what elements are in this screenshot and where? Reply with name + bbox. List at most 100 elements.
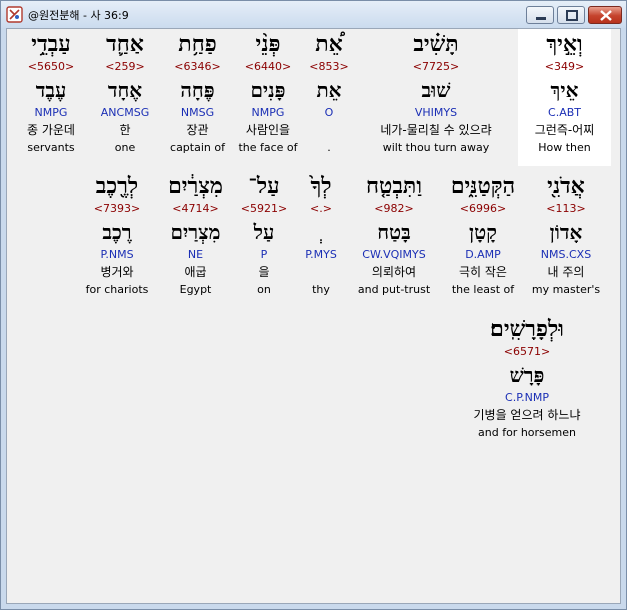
word-column[interactable]: הַקְּטַנִּ֑ים <6996> קָטָן D.AMP 극히 작은 t… [443, 171, 523, 298]
lemma: מִצְרַיִם [170, 220, 221, 244]
hebrew-word: אַחַ֛ד [106, 31, 144, 57]
korean-gloss: 한 [119, 123, 131, 137]
hebrew-word: עַל־ [248, 173, 280, 199]
english-gloss: one [114, 141, 136, 154]
close-icon [600, 10, 612, 21]
word-column[interactable]: פַחַ֥ת <6346> פֶּחָה NMSG 장관 captain of [164, 29, 231, 156]
hebrew-word: וְאֵ֣יךְ [546, 31, 583, 57]
hebrew-word: לְךָ֙ [310, 173, 332, 199]
word-column[interactable]: לְרֶ֖כֶב <7393> רֶכֶב P.NMS 병거와 for char… [79, 171, 155, 298]
english-gloss: and for horsemen [478, 426, 576, 439]
morph-code: NMS.CXS [540, 248, 592, 261]
english-gloss: and put-trust [357, 283, 431, 296]
strong-number: <6440> [244, 60, 292, 73]
strong-number: <7725> [412, 60, 460, 73]
minimize-icon [536, 17, 546, 20]
english-gloss: the least of [451, 283, 515, 296]
word-column[interactable]: פְּנֵ֨י <6440> פָּנִים NMPG 사람인을 the fac… [233, 29, 303, 156]
hebrew-word: תָּשִׁ֗יב [413, 31, 459, 57]
english-gloss: the face of [238, 141, 298, 154]
korean-gloss: 장관 [186, 123, 209, 137]
lemma: בָּטַח [377, 220, 411, 244]
morph-code: P [260, 248, 268, 261]
english-gloss: my master's [531, 283, 601, 296]
word-column[interactable]: עַבְדֵ֥י <5650> עֶבֶד NMPG 종 가운데 servant… [15, 29, 87, 156]
lemma: פָּנִים [250, 78, 286, 102]
hebrew-word: אֵ֠ת [315, 31, 343, 57]
lemma: רֶכֶב [102, 220, 132, 244]
word-column[interactable]: לְךָ֙ <.> ְ P.MYS thy [297, 171, 345, 298]
minimize-button[interactable] [526, 6, 554, 24]
morph-code: VHIMYS [414, 106, 458, 119]
strong-number: <6996> [459, 202, 507, 215]
lemma: קָטָן [469, 220, 497, 244]
english-gloss: How then [538, 141, 591, 154]
hebrew-word: עַבְדֵ֥י [31, 31, 71, 57]
interlinear-view: וְאֵ֣יךְ <349> אֵיךְ C.ABT 그런즉-어찌 How th… [6, 28, 621, 604]
word-column[interactable]: וְאֵ֣יךְ <349> אֵיךְ C.ABT 그런즉-어찌 How th… [518, 29, 611, 166]
lemma: עַל [253, 220, 275, 244]
hebrew-word: לְרֶ֖כֶב [95, 173, 139, 199]
strong-number: <259> [105, 60, 145, 73]
morph-code: NMPG [34, 106, 68, 119]
app-icon [6, 6, 23, 23]
maximize-button[interactable] [557, 6, 585, 24]
word-column[interactable]: אַחַ֛ד <259> אֶחָד ANCMSG 한 one [92, 29, 158, 156]
korean-gloss: 사람인을 [245, 123, 291, 137]
strong-number: <5921> [240, 202, 288, 215]
hebrew-word: מִצְרַ֔יִם [168, 173, 223, 199]
hebrew-word: הַקְּטַנִּ֑ים [450, 173, 516, 199]
morph-code: ANCMSG [100, 106, 150, 119]
strong-number: <853> [309, 60, 349, 73]
lemma: שׁוּב [421, 78, 451, 102]
word-column[interactable]: אֵ֠ת <853> אֵת O . [303, 29, 355, 156]
strong-number: <113> [546, 202, 586, 215]
hebrew-word: פְּנֵ֨י [255, 31, 281, 57]
english-gloss: servants [27, 141, 75, 154]
lemma: עֶבֶד [35, 78, 67, 102]
hebrew-word: אֲדֹנִ֖י [547, 173, 585, 199]
korean-gloss: 종 가운데 [27, 123, 75, 137]
morph-code: C.P.NMP [505, 391, 549, 404]
hebrew-word: וַתִּבְטַ֤ח [366, 173, 422, 199]
morph-code: O [324, 106, 334, 119]
word-column[interactable]: אֲדֹנִ֖י <113> אָדוֹן NMS.CXS 내 주의 my ma… [526, 171, 606, 298]
korean-gloss: 내 주의 [547, 265, 585, 279]
english-gloss: for chariots [85, 283, 149, 296]
strong-number: <.> [310, 202, 332, 215]
lemma: אָדוֹן [549, 220, 583, 244]
korean-gloss: 그런즉-어찌 [534, 123, 595, 137]
korean-gloss: 애굽 [184, 265, 207, 279]
morph-code: C.ABT [548, 106, 581, 119]
hebrew-word: וּלְפָרָשִֽׁים׃ [490, 316, 564, 342]
english-gloss: Egypt [179, 283, 212, 296]
morph-code: NE [187, 248, 204, 261]
close-button[interactable] [588, 6, 622, 24]
korean-gloss: 기병을 얻으려 하느냐 [473, 408, 581, 422]
title-bar[interactable]: @원전분해 - 사 36:9 [1, 1, 626, 28]
english-gloss: on [257, 283, 271, 296]
word-column[interactable]: תָּשִׁ֗יב <7725> שׁוּב VHIMYS 네가-물리칠 수 있… [357, 29, 515, 156]
korean-gloss [303, 121, 355, 140]
lemma: אֶחָד [107, 78, 143, 102]
maximize-icon [566, 10, 578, 21]
strong-number: <6346> [174, 60, 221, 73]
korean-gloss: 을 [258, 265, 270, 279]
strong-number: <7393> [93, 202, 141, 215]
word-column[interactable]: וּלְפָרָשִֽׁים׃ <6571> פָּרָשׁ C.P.NMP 기… [452, 314, 602, 441]
word-column[interactable]: וַתִּבְטַ֤ח <982> בָּטַח CW.VQIMYS 의뢰하여 … [350, 171, 438, 298]
word-column[interactable]: מִצְרַ֔יִם <4714> מִצְרַיִם NE 애굽 Egypt [159, 171, 232, 298]
morph-code: CW.VQIMYS [362, 248, 426, 261]
morph-code: D.AMP [465, 248, 501, 261]
word-column[interactable]: עַל־ <5921> עַל P 을 on [237, 171, 291, 298]
korean-gloss: 병거와 [100, 265, 134, 279]
strong-number: <5650> [27, 60, 75, 73]
english-gloss: wilt thou turn away [382, 141, 490, 154]
morph-code: NMSG [180, 106, 215, 119]
strong-number: <4714> [172, 202, 219, 215]
app-window: @원전분해 - 사 36:9 וְאֵ֣יךְ <349> אֵיךְ C.AB… [0, 0, 627, 610]
strong-number: <6571> [503, 345, 551, 358]
korean-gloss: 네가-물리칠 수 있으랴 [380, 123, 492, 137]
strong-number: <982> [374, 202, 414, 215]
lemma: אֵיךְ [550, 78, 579, 102]
